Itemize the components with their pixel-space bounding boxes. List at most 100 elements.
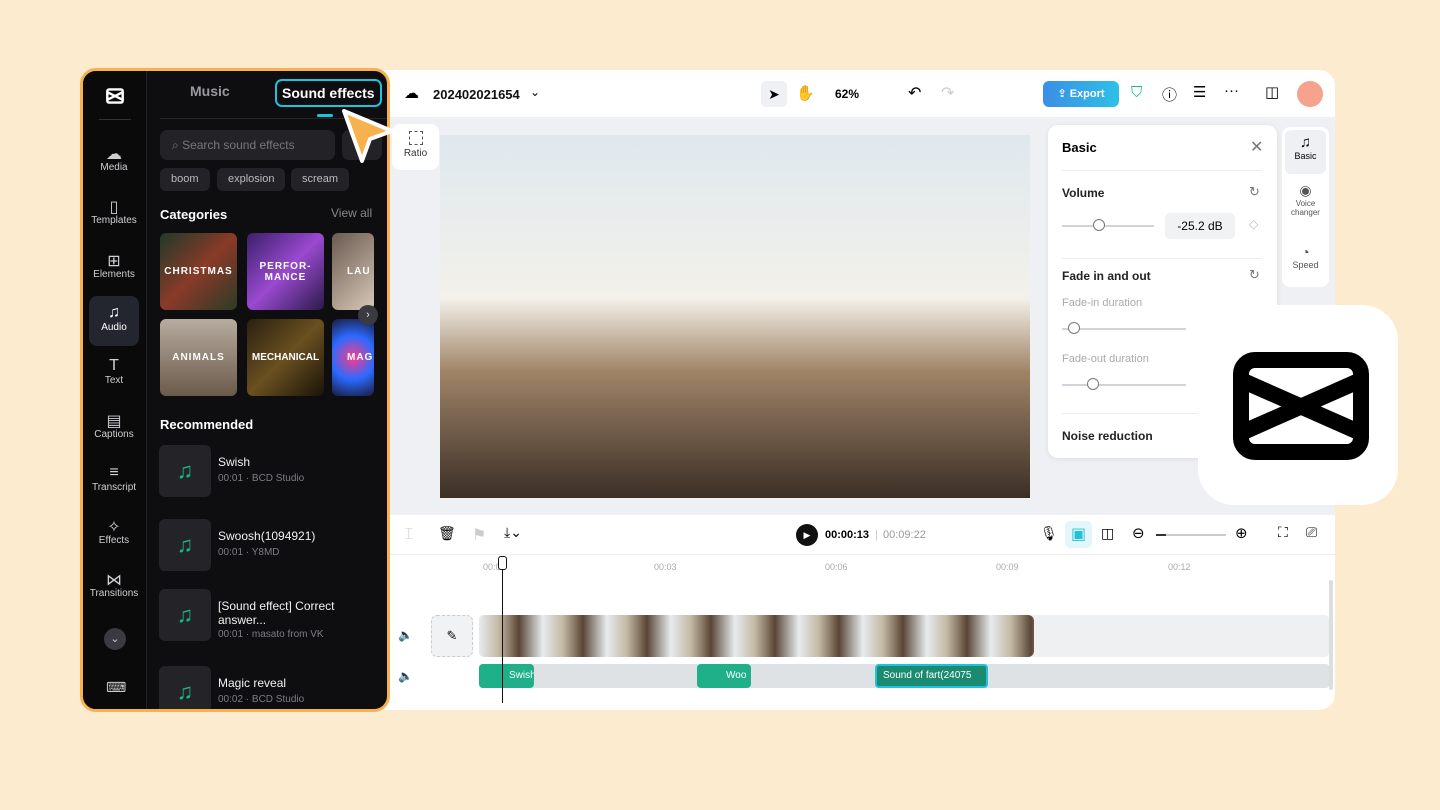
- search-input[interactable]: ⌕ Search sound effects: [160, 130, 335, 160]
- tab-basic[interactable]: ♫ Basic: [1285, 130, 1326, 174]
- search-placeholder: Search sound effects: [182, 138, 295, 152]
- tab-sound-effects[interactable]: Sound effects: [275, 79, 382, 107]
- ratio-button[interactable]: Ratio: [392, 124, 439, 170]
- volume-slider[interactable]: [1062, 225, 1154, 227]
- tab-speed[interactable]: ◔ Speed: [1285, 244, 1326, 284]
- sidebar-item-effects[interactable]: ✧ Effects: [89, 509, 139, 559]
- elements-icon: ⊞: [107, 252, 121, 270]
- current-time: 00:00:13: [825, 529, 870, 541]
- sidebar-item-templates[interactable]: ▯ Templates: [89, 189, 139, 239]
- category-performance[interactable]: PERFOR- MANCE: [247, 233, 324, 310]
- reset-icon[interactable]: ↻: [1249, 267, 1260, 283]
- chevron-down-icon[interactable]: ⌄: [530, 85, 540, 99]
- track-audio-icon[interactable]: 🔈: [398, 628, 413, 642]
- audio-clip[interactable]: Woo: [697, 664, 751, 688]
- categories-title: Categories: [160, 207, 228, 222]
- chip[interactable]: boom: [160, 168, 210, 191]
- fade-in-label: Fade-in duration: [1062, 297, 1143, 309]
- playhead-handle[interactable]: [498, 556, 507, 570]
- category-magic[interactable]: MAG: [332, 319, 374, 396]
- sidebar-item-text[interactable]: T Text: [89, 349, 139, 399]
- category-mechanical[interactable]: MECHANICAL: [247, 319, 324, 396]
- shield-icon[interactable]: ⛉: [1131, 84, 1142, 101]
- audio-clip[interactable]: Swish: [479, 664, 534, 688]
- sidebar-item-media[interactable]: ☁ Media: [89, 136, 139, 186]
- layers-icon[interactable]: ☰: [1193, 83, 1206, 101]
- layout-icon[interactable]: ◫: [1265, 83, 1279, 101]
- zoom-select[interactable]: 62%: [835, 87, 859, 101]
- chip[interactable]: explosion: [217, 168, 286, 191]
- edit-cover-button[interactable]: ✎: [431, 615, 473, 657]
- zoom-out-icon[interactable]: ⊖: [1132, 524, 1145, 542]
- hand-icon[interactable]: ✋: [796, 84, 815, 102]
- delete-icon[interactable]: 🗑: [438, 525, 456, 542]
- close-icon[interactable]: ✕: [1250, 137, 1263, 157]
- keyframe-icon[interactable]: ◇: [1249, 217, 1258, 231]
- redo-icon[interactable]: ↷: [941, 83, 954, 103]
- templates-icon: ▯: [109, 199, 119, 217]
- auto-snap-icon[interactable]: ▣: [1065, 521, 1092, 548]
- sidebar-item-label: Transcript: [91, 481, 137, 493]
- sidebar-item-transcript[interactable]: ≡ Transcript: [89, 456, 139, 506]
- project-name[interactable]: 202402021654: [433, 87, 520, 102]
- list-item[interactable]: ♫ [Sound effect] Correct answer... 00:01 ·…: [159, 589, 379, 641]
- preview-icon[interactable]: ⎚: [1306, 524, 1317, 541]
- timeline-zoom-slider[interactable]: [1156, 534, 1226, 536]
- music-note-icon: ♫: [1299, 134, 1312, 151]
- avatar[interactable]: [1297, 81, 1323, 107]
- chevron-right-icon[interactable]: ›: [358, 305, 378, 325]
- microphone-icon[interactable]: 🎙: [1040, 525, 1058, 542]
- timeline-scrollbar[interactable]: [1329, 580, 1333, 690]
- list-item[interactable]: ♫ Swoosh(1094921) 00:01 · Y8MD: [159, 519, 379, 571]
- volume-value[interactable]: -25.2 dB: [1165, 213, 1235, 239]
- keyboard-icon[interactable]: ⌨: [106, 679, 126, 696]
- pencil-icon: ✎: [446, 628, 458, 643]
- video-clip[interactable]: [479, 615, 1034, 657]
- reset-icon[interactable]: ↻: [1249, 184, 1260, 200]
- help-icon[interactable]: ⓘ: [1162, 84, 1177, 105]
- zoom-in-icon[interactable]: ⊕: [1235, 524, 1248, 542]
- sidebar-item-audio[interactable]: ♫ Audio: [89, 295, 139, 346]
- tab-music[interactable]: Music: [190, 83, 230, 99]
- volume-slider-knob[interactable]: [1092, 219, 1105, 231]
- fade-out-slider[interactable]: [1062, 384, 1186, 386]
- capcut-logo-icon[interactable]: [103, 85, 127, 107]
- more-icon[interactable]: ···: [1224, 82, 1239, 99]
- right-tabs: ♫ Basic ◉ Voice changer ◔ Speed: [1282, 127, 1329, 287]
- sidebar-item-elements[interactable]: ⊞ Elements: [89, 243, 139, 293]
- download-icon[interactable]: ⤓⌄: [504, 524, 522, 541]
- flag-icon[interactable]: ⚑: [472, 525, 486, 545]
- view-all-link[interactable]: View all: [331, 206, 372, 220]
- track-audio-icon[interactable]: 🔈: [398, 669, 413, 683]
- split-view-icon[interactable]: ◫: [1101, 525, 1114, 542]
- fade-out-knob[interactable]: [1087, 378, 1099, 390]
- playhead[interactable]: [502, 558, 503, 703]
- category-laugh[interactable]: LAU: [332, 233, 374, 310]
- undo-icon[interactable]: ↶: [908, 83, 921, 103]
- category-christmas[interactable]: CHRISTMAS: [160, 233, 237, 310]
- fullscreen-icon[interactable]: ⛶: [1278, 524, 1288, 541]
- video-preview[interactable]: [440, 135, 1030, 498]
- pointer-cursor-icon: [342, 109, 394, 163]
- tab-voice-changer[interactable]: ◉ Voice changer: [1285, 182, 1326, 230]
- split-icon[interactable]: ⌶: [404, 526, 414, 544]
- play-button[interactable]: ▶: [796, 524, 818, 546]
- sidebar-item-captions[interactable]: ▤ Captions: [89, 403, 139, 453]
- audio-clip-selected[interactable]: Sound of fart(24075: [875, 664, 988, 688]
- list-item[interactable]: ♫ Swish 00:01 · BCD Studio: [159, 445, 379, 497]
- fade-in-knob[interactable]: [1068, 322, 1081, 334]
- list-item[interactable]: ♫ Magic reveal 00:02 · BCD Studio: [159, 666, 379, 709]
- total-time: 00:09:22: [883, 529, 926, 541]
- select-pointer-icon[interactable]: ➤: [761, 81, 787, 107]
- fade-in-slider[interactable]: [1062, 328, 1186, 330]
- sidebar-item-transitions[interactable]: ⋈ Transitions: [89, 562, 139, 612]
- effects-icon: ✧: [107, 519, 121, 537]
- category-animals[interactable]: ANIMALS: [160, 319, 237, 396]
- expand-more-button[interactable]: ⌄: [104, 628, 126, 650]
- tick-label: 00:03: [654, 562, 677, 572]
- music-note-icon: ♫: [159, 589, 211, 641]
- sidebar-item-label: Media: [100, 162, 128, 173]
- chip[interactable]: scream: [291, 168, 350, 191]
- export-button[interactable]: ⇪ Export: [1043, 81, 1119, 107]
- sidebar-item-label: Templates: [91, 215, 137, 227]
